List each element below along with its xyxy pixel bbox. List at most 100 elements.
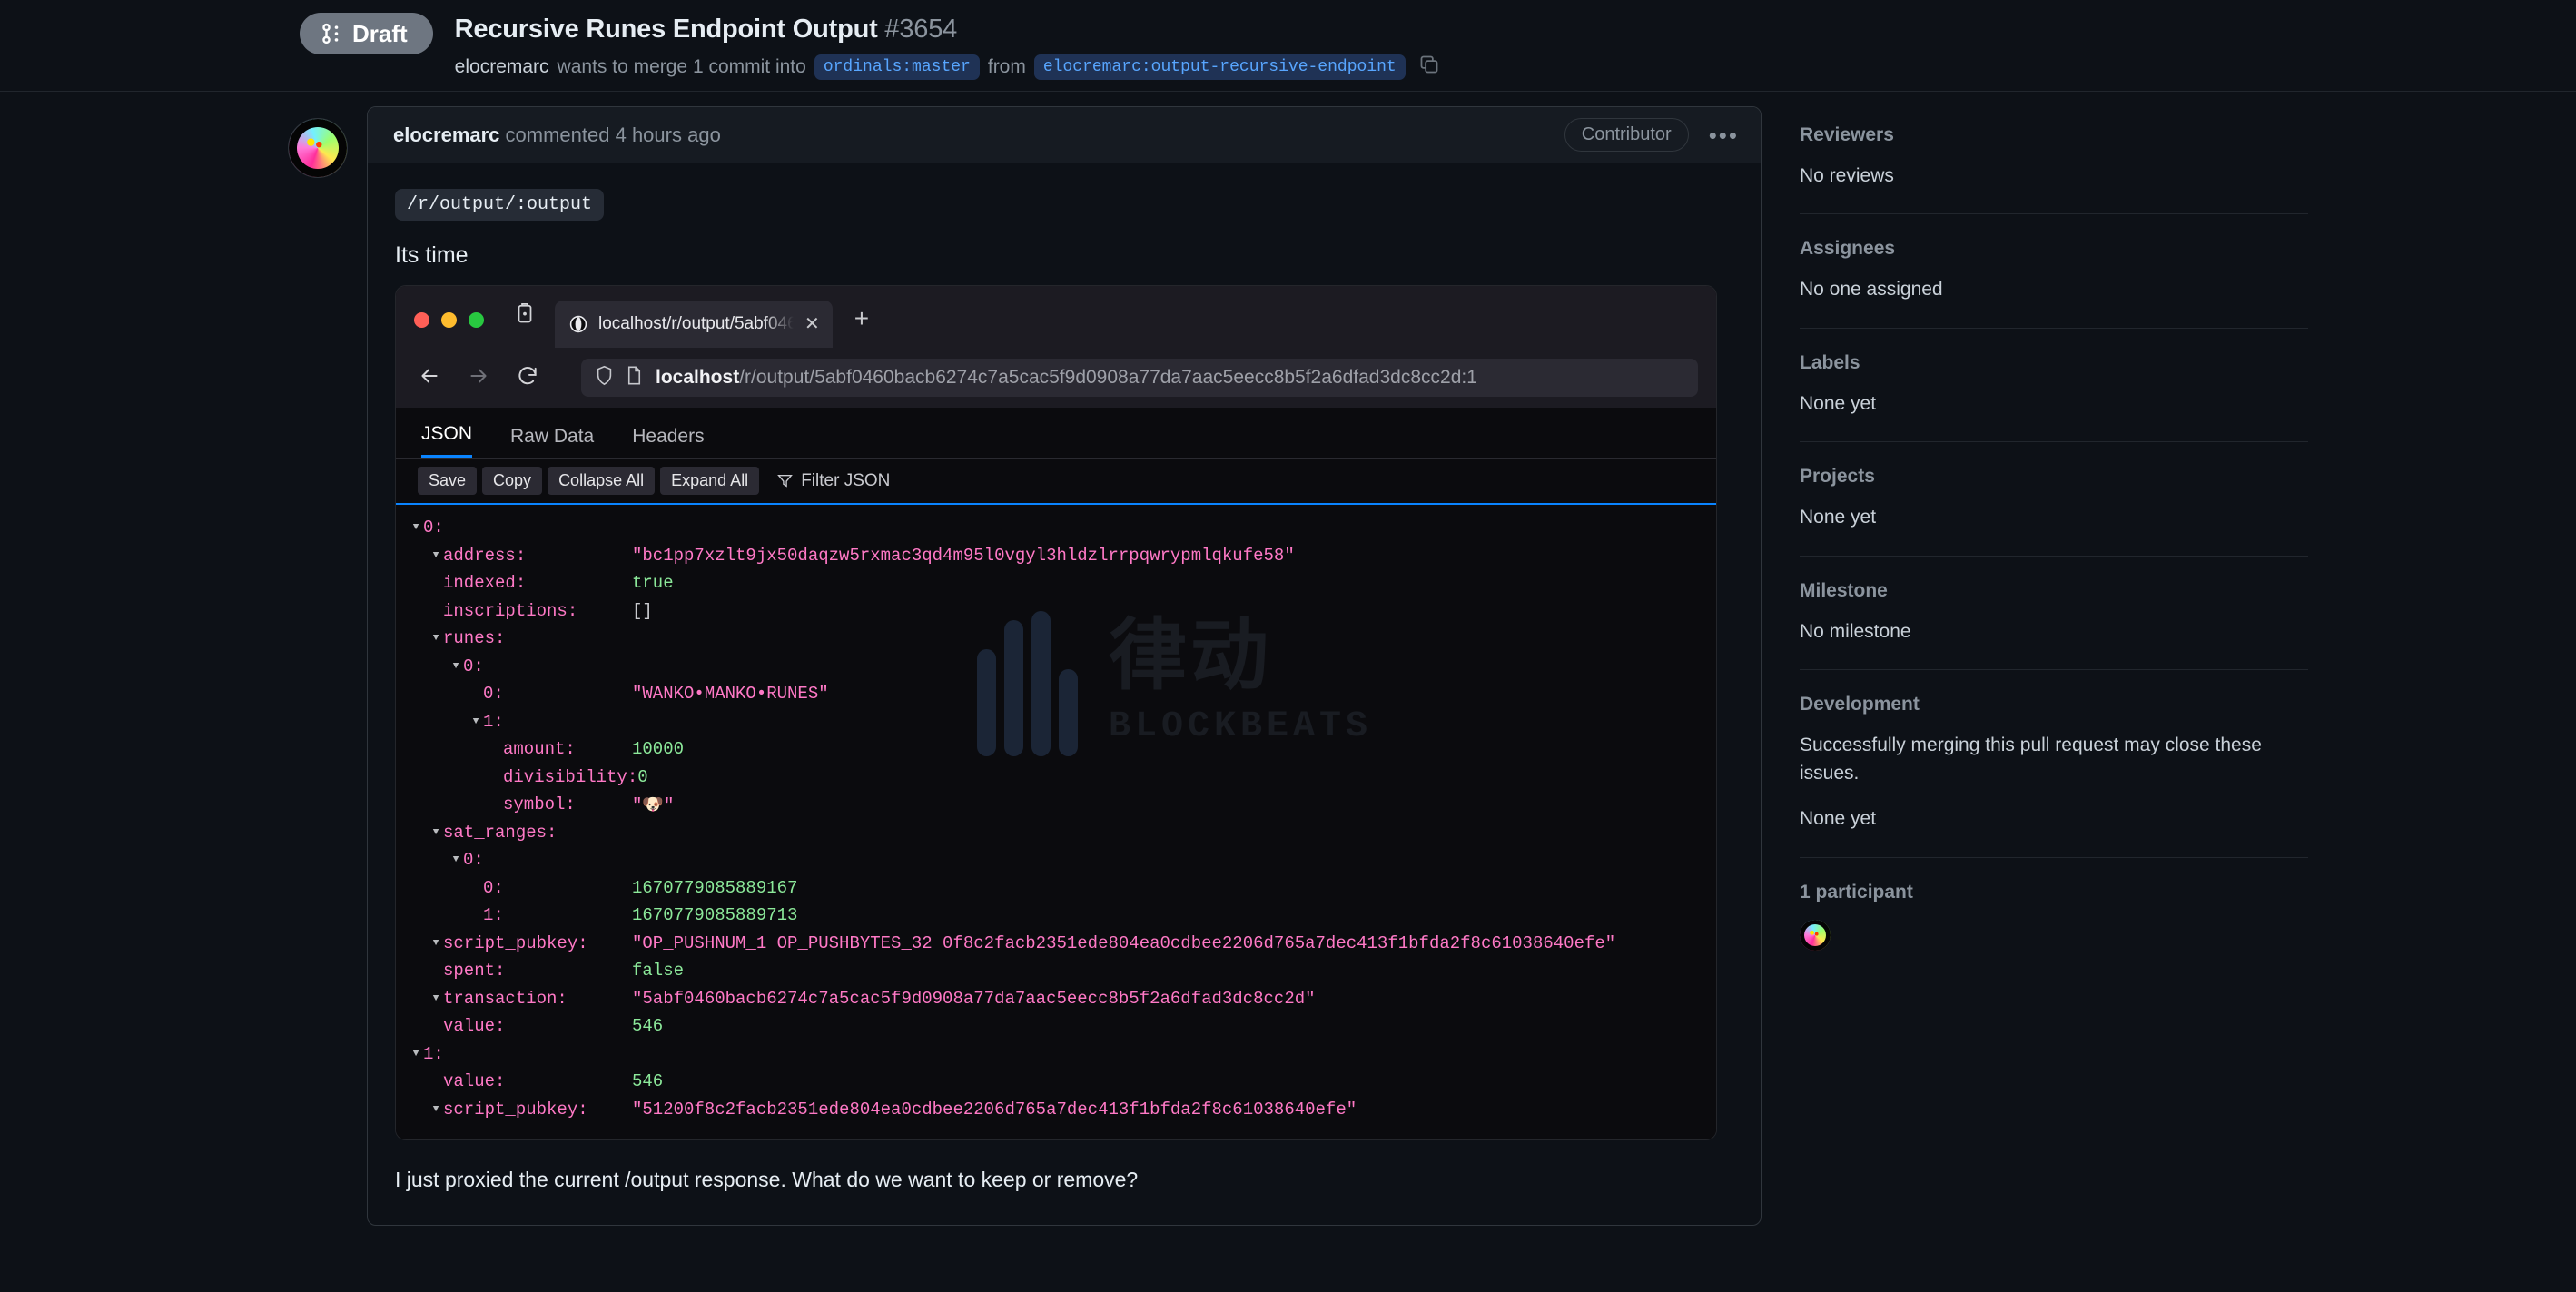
merge-text-1: wants to merge 1 commit into	[557, 56, 806, 77]
json-row[interactable]: ▼ script_pubkey: "OP_PUSHNUM_1 OP_PUSHBYTE…	[396, 930, 1716, 958]
browser-screenshot: localhost/r/output/5abf0460bac ✕ +	[395, 285, 1717, 1140]
json-row[interactable]: ▼ 1:	[396, 1041, 1716, 1069]
comment-header: elocremarc commented 4 hours ago Contrib…	[368, 107, 1761, 163]
json-key: script_pubkey:	[443, 932, 588, 953]
avatar[interactable]	[289, 119, 347, 177]
sidebar-section-title[interactable]: Reviewers	[1800, 124, 2308, 146]
json-row[interactable]: ▼ sat_ranges:	[396, 819, 1716, 847]
json-viewer-tab-json[interactable]: JSON	[421, 423, 473, 458]
draft-pr-icon	[321, 22, 341, 45]
collapse-triangle-icon[interactable]: ▼	[429, 993, 443, 1004]
comment-column: elocremarc commented 4 hours ago Contrib…	[289, 106, 1762, 1226]
shield-icon	[596, 365, 613, 390]
json-row[interactable]: ▼ address: "bc1pp7xzlt9jx50daqzw5rxmac3qd4…	[396, 542, 1716, 570]
json-tree: 律动 BLOCKBEATS ▼ 0: ▼ address: "bc1pp7xzlt9jx…	[396, 505, 1716, 1139]
maximize-window-icon[interactable]	[469, 312, 484, 328]
collapse-triangle-icon[interactable]: ▼	[409, 522, 423, 533]
sidebar-section-labels: Labels None yet	[1800, 327, 2308, 441]
json-row[interactable]: indexed: true	[396, 569, 1716, 597]
json-row[interactable]: ▼ script_pubkey: "51200f8c2facb2351ede804e…	[396, 1096, 1716, 1124]
json-row[interactable]: divisibility: 0	[396, 764, 1716, 792]
collapse-triangle-icon[interactable]: ▼	[449, 854, 463, 865]
json-row[interactable]: ▼ 1:	[396, 708, 1716, 736]
favicon-icon	[569, 315, 587, 333]
sidebar-section-title[interactable]: Assignees	[1800, 238, 2308, 260]
json-viewer-tab-raw-data[interactable]: Raw Data	[510, 426, 594, 458]
json-value: "5abf0460bacb6274c7a5cac5f9d0908a77da7aa…	[632, 988, 1316, 1009]
json-viewer-tab-headers[interactable]: Headers	[632, 426, 704, 458]
sidebar-section-title[interactable]: Milestone	[1800, 580, 2308, 602]
window-controls[interactable]	[414, 312, 484, 348]
collapse-triangle-icon[interactable]: ▼	[469, 716, 483, 727]
collapse-triangle-icon[interactable]: ▼	[449, 661, 463, 672]
collapse-triangle-icon[interactable]: ▼	[429, 938, 443, 949]
close-window-icon[interactable]	[414, 312, 429, 328]
participant-avatar[interactable]	[1800, 919, 1831, 951]
comment-body: /r/output/:output Its time localhost/r/o…	[368, 163, 1761, 1225]
sidebar-section-milestone: Milestone No milestone	[1800, 555, 2308, 669]
minimize-window-icon[interactable]	[441, 312, 457, 328]
json-row[interactable]: value: 546	[396, 1012, 1716, 1041]
collapse-triangle-icon[interactable]: ▼	[429, 633, 443, 644]
head-branch-chip[interactable]: elocremarc:output-recursive-endpoint	[1033, 54, 1406, 80]
collapse-triangle-icon[interactable]: ▼	[429, 827, 443, 838]
json-key: 0:	[423, 518, 444, 538]
json-row[interactable]: amount: 10000	[396, 735, 1716, 764]
save-button[interactable]: Save	[418, 467, 478, 495]
json-value: "OP_PUSHNUM_1 OP_PUSHBYTES_32 0f8c2facb2…	[632, 932, 1616, 953]
copy-button[interactable]: Copy	[482, 467, 543, 495]
json-row[interactable]: symbol: "🐶"	[396, 791, 1716, 819]
more-options-icon[interactable]: •••	[1709, 123, 1739, 147]
json-row[interactable]: ▼ runes:	[396, 625, 1716, 653]
json-row[interactable]: 0: "WANKO•MANKO•RUNES"	[396, 680, 1716, 708]
json-key: divisibility:	[503, 766, 638, 787]
json-row[interactable]: spent: false	[396, 957, 1716, 985]
json-row[interactable]: 0: 1670779085889167	[396, 874, 1716, 902]
copy-icon[interactable]	[1419, 54, 1439, 80]
json-row[interactable]: 1: 1670779085889713	[396, 902, 1716, 930]
sidebar-section-title[interactable]: Projects	[1800, 466, 2308, 488]
sidebar-section-projects: Projects None yet	[1800, 441, 2308, 555]
sidebar-section-body: No milestone	[1800, 620, 1911, 642]
comment-author[interactable]: elocremarc	[393, 123, 499, 146]
pr-sidebar: Reviewers No reviews Assignees No one assig…	[1800, 124, 2308, 974]
sidebar-section-title[interactable]: Development	[1800, 694, 2308, 715]
json-row[interactable]: inscriptions: []	[396, 597, 1716, 626]
pr-author-link[interactable]: elocremarc	[455, 56, 549, 78]
base-branch-chip[interactable]: ordinals:master	[814, 54, 980, 80]
address-bar[interactable]: localhost/r/output/5abf0460bacb6274c7a5c…	[581, 359, 1698, 397]
sidebar-toggle-icon[interactable]	[484, 301, 555, 348]
back-icon[interactable]	[418, 364, 441, 392]
json-row[interactable]: ▼ 0:	[396, 514, 1716, 542]
expand-all-button[interactable]: Expand All	[660, 467, 760, 495]
close-tab-icon[interactable]: ✕	[804, 315, 820, 333]
reload-icon[interactable]	[516, 364, 539, 392]
sidebar-section-body: No one assigned	[1800, 279, 1943, 301]
pr-header: Draft Recursive Runes Endpoint Output #3…	[0, 0, 2576, 92]
collapse-triangle-icon[interactable]: ▼	[429, 550, 443, 561]
new-tab-icon[interactable]: +	[833, 306, 889, 348]
json-key: inscriptions:	[443, 600, 578, 621]
browser-tab[interactable]: localhost/r/output/5abf0460bac ✕	[555, 301, 833, 348]
json-row[interactable]: ▼ transaction: "5abf0460bacb6274c7a5cac5f9…	[396, 985, 1716, 1013]
json-key: 0:	[483, 684, 504, 705]
comment-byline: elocremarc commented 4 hours ago	[393, 123, 721, 147]
filter-json-control[interactable]: Filter JSON	[777, 471, 890, 491]
collapse-all-button[interactable]: Collapse All	[548, 467, 656, 495]
sidebar-section-title[interactable]: Labels	[1800, 352, 2308, 374]
json-key: value:	[443, 1071, 506, 1092]
json-row[interactable]: ▼ 0:	[396, 653, 1716, 681]
json-key: 1:	[483, 711, 504, 732]
forward-icon[interactable]	[467, 364, 490, 392]
json-viewer: JSON Raw Data Headers Save Copy Collapse All…	[396, 408, 1716, 1139]
comment-timestamp: commented 4 hours ago	[505, 123, 721, 146]
json-value: 1670779085889713	[632, 905, 798, 926]
participants-avatars	[1800, 919, 2308, 951]
json-value: "WANKO•MANKO•RUNES"	[632, 684, 829, 705]
collapse-triangle-icon[interactable]: ▼	[429, 1104, 443, 1115]
collapse-triangle-icon[interactable]: ▼	[409, 1049, 423, 1060]
participants-label: 1 participant	[1800, 881, 1913, 902]
url-text: localhost/r/output/5abf0460bacb6274c7a5c…	[656, 367, 1477, 389]
json-row[interactable]: value: 546	[396, 1068, 1716, 1096]
json-row[interactable]: ▼ 0:	[396, 846, 1716, 874]
